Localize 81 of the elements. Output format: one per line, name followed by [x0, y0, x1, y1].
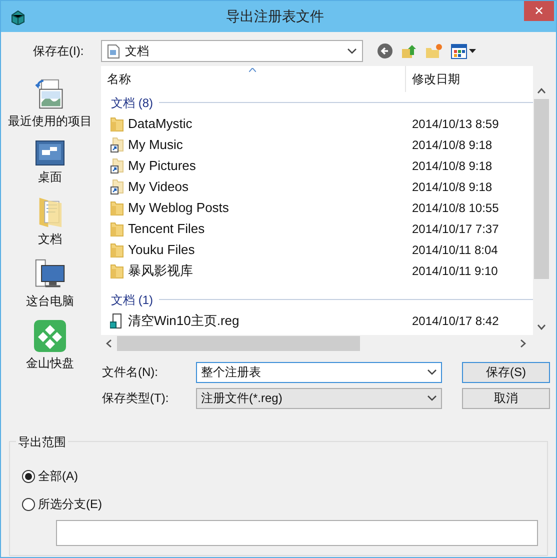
folder-icon [110, 116, 124, 132]
file-date: 2014/10/8 9:18 [411, 136, 492, 154]
location-combobox[interactable]: 文档 [101, 40, 363, 62]
filetype-label: 保存类型(T): [102, 390, 170, 407]
sidebar-item[interactable]: 这台电脑 [2, 258, 98, 310]
shortcut-folder-icon [110, 158, 124, 174]
folder-icon [110, 262, 124, 278]
filename-value: 整个注册表 [201, 364, 262, 381]
file-row[interactable]: 清空Win10主页.reg 2014/10/17 8:42 [101, 310, 533, 331]
back-icon[interactable] [377, 43, 393, 59]
filetype-value: 注册文件(*.reg) [201, 390, 284, 407]
filetype-combobox[interactable]: 注册文件(*.reg) [196, 388, 442, 408]
location-label: 保存在(I): [33, 43, 85, 60]
new-folder-icon[interactable] [425, 43, 443, 59]
file-row[interactable]: My Music 2014/10/8 9:18 [101, 134, 533, 155]
group-header[interactable]: 文档 (8) [111, 94, 153, 112]
radio-button[interactable] [22, 470, 35, 482]
registry-editor-icon [10, 8, 26, 24]
file-date: 2014/10/8 10:55 [411, 200, 499, 216]
column-header[interactable]: 名称 [101, 66, 406, 92]
caret-icon [469, 49, 476, 53]
window-title: 导出注册表文件 [225, 7, 325, 26]
save-button[interactable]: 保存(S) [462, 362, 550, 382]
location-value: 文档 [125, 43, 150, 60]
desktop-icon [35, 140, 65, 166]
file-date: 2014/10/13 8:59 [411, 116, 499, 132]
file-name: My Videos [128, 178, 188, 196]
file-date: 2014/10/11 8:04 [411, 242, 498, 258]
file-row[interactable]: My Videos 2014/10/8 9:18 [101, 176, 533, 197]
filename-label: 文件名(N): [102, 364, 159, 381]
file-date: 2014/10/11 9:10 [411, 262, 498, 280]
radio-label[interactable]: 全部(A) [38, 467, 78, 485]
file-date: 2014/10/17 7:37 [411, 220, 499, 238]
radio-button[interactable] [22, 498, 35, 510]
group-title: 导出范围 [16, 433, 68, 451]
file-date: 2014/10/17 8:42 [411, 312, 499, 330]
view-grid-icon [451, 44, 467, 58]
file-name: My Music [128, 136, 183, 154]
file-date: 2014/10/8 9:18 [411, 178, 492, 196]
scrollbar-thumb[interactable] [534, 99, 549, 279]
sidebar-item[interactable]: 金山快盘 [2, 320, 98, 372]
file-name: 暴风影视库 [128, 262, 193, 280]
file-name: 清空Win10主页.reg [128, 312, 240, 330]
file-row[interactable]: DataMystic 2014/10/13 8:59 [101, 113, 533, 134]
file-row[interactable]: 暴风影视库 2014/10/11 9:10 [101, 260, 533, 281]
file-name: My Pictures [128, 156, 196, 175]
radio-label[interactable]: 所选分支(E) [38, 495, 102, 513]
folder-icon [110, 242, 124, 258]
file-row[interactable]: Youku Files 2014/10/11 8:04 [101, 239, 533, 260]
sidebar-item[interactable]: 最近使用的项目 [2, 78, 98, 130]
scroll-up-icon [537, 88, 546, 94]
column-header[interactable]: 修改日期 [406, 66, 533, 92]
file-date: 2014/10/8 9:18 [411, 158, 492, 174]
app-logo-icon [34, 320, 66, 352]
file-name: Tencent Files [128, 220, 205, 238]
file-row[interactable]: Tencent Files 2014/10/17 7:37 [101, 218, 533, 239]
group-header[interactable]: 文档 (1) [111, 290, 153, 308]
file-row[interactable]: My Pictures 2014/10/8 9:18 [101, 155, 533, 176]
cancel-button[interactable]: 取消 [462, 388, 550, 408]
folder-icon [110, 200, 124, 216]
computer-icon [33, 258, 67, 290]
document-icon [107, 44, 120, 58]
shortcut-folder-icon [110, 178, 124, 194]
file-name: My Weblog Posts [128, 198, 229, 217]
scroll-down-icon [537, 324, 546, 330]
up-folder-icon[interactable] [401, 43, 417, 59]
sidebar-item[interactable]: 桌面 [2, 140, 98, 186]
registry-file-icon [110, 312, 124, 328]
folder-icon [110, 220, 124, 236]
file-name: DataMystic [128, 114, 192, 133]
branch-input-field[interactable] [56, 520, 538, 546]
scrollbar-thumb[interactable] [117, 336, 360, 351]
view-menu-button[interactable] [451, 44, 476, 58]
shortcut-folder-icon [110, 136, 124, 152]
file-name: Youku Files [128, 240, 195, 259]
scroll-left-icon [106, 339, 112, 348]
scroll-right-icon [520, 339, 526, 348]
filename-combobox[interactable]: 整个注册表 [196, 362, 442, 382]
close-button[interactable]: ✕ [524, 1, 554, 21]
file-row[interactable]: My Weblog Posts 2014/10/8 10:55 [101, 197, 533, 218]
sidebar-item[interactable]: 文档 [2, 196, 98, 248]
